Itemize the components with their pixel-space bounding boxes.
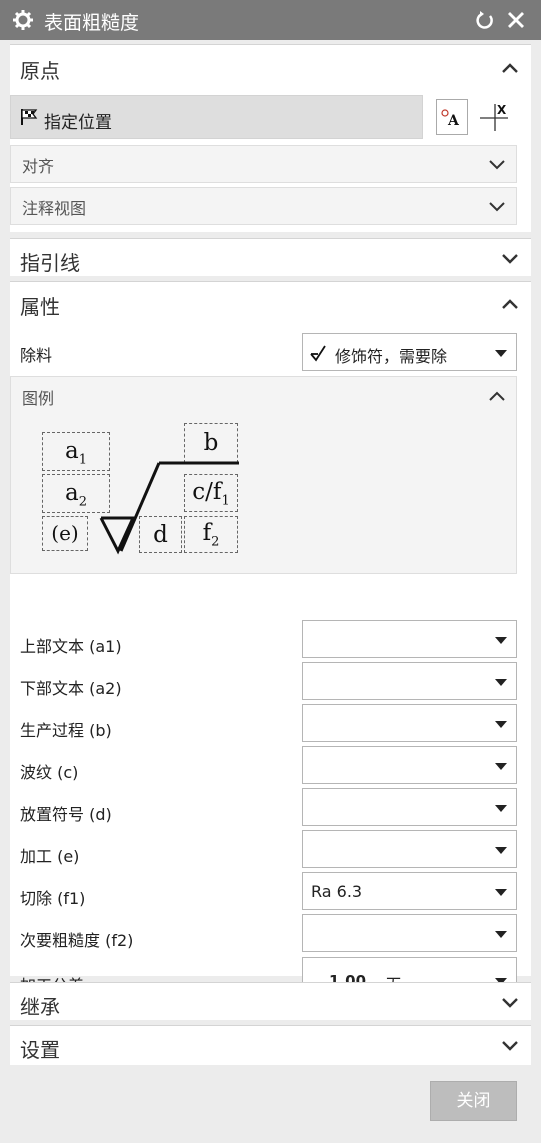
dropdown-arrow-icon [495, 763, 507, 770]
legend-a2-text: a [65, 480, 79, 506]
annotation-view-subsection[interactable]: 注释视图 [10, 187, 517, 225]
reset-icon[interactable] [474, 9, 496, 31]
origin-section: 原点 指定位置 A X 对齐 注释视图 [10, 44, 531, 232]
machining-dropdown[interactable] [302, 830, 517, 868]
chevron-down-icon[interactable] [489, 160, 505, 170]
dropdown-arrow-icon [495, 637, 507, 644]
chevron-up-icon[interactable] [489, 391, 505, 401]
close-button[interactable]: 关闭 [430, 1081, 517, 1121]
settings-section: 设置 [10, 1025, 531, 1065]
upper-text-dropdown[interactable] [302, 620, 517, 658]
chevron-down-icon[interactable] [489, 202, 505, 212]
material-removal-label: 除料 [20, 346, 53, 365]
lay-symbol-dropdown[interactable] [302, 788, 517, 826]
field-label-lower-text: 下部文本 (a2) [20, 679, 122, 698]
legend-title: 图例 [22, 389, 55, 408]
leader-section-title: 指引线 [20, 251, 80, 275]
dialog-title: 表面粗糙度 [44, 12, 140, 34]
dropdown-arrow-icon [495, 805, 507, 812]
production-process-dropdown[interactable] [302, 704, 517, 742]
dialog-title-bar: 表面粗糙度 [0, 0, 541, 40]
legend-e: (e) [42, 516, 88, 551]
text-origin-tool-button[interactable]: A [436, 99, 468, 135]
inherit-section: 继承 [10, 982, 531, 1020]
specify-location-label: 指定位置 [44, 113, 112, 133]
legend-b: b [184, 423, 238, 463]
dialog-body: 原点 指定位置 A X 对齐 注释视图 指引线 属性 除料 修饰符，需要除 图例… [0, 40, 541, 1143]
specify-location-row[interactable]: 指定位置 [10, 95, 423, 139]
secondary-roughness-dropdown[interactable] [302, 914, 517, 952]
origin-tool-icon: X [478, 101, 510, 133]
origin-section-header[interactable]: 原点 [10, 45, 531, 89]
dropdown-arrow-icon [495, 350, 507, 357]
dropdown-arrow-icon [495, 931, 507, 938]
annotation-view-label: 注释视图 [22, 199, 87, 218]
properties-section-title: 属性 [20, 295, 60, 319]
align-subsection[interactable]: 对齐 [10, 145, 517, 183]
leader-section: 指引线 [10, 238, 531, 276]
dropdown-arrow-icon [495, 847, 507, 854]
chevron-up-icon[interactable] [502, 63, 518, 73]
svg-text:A: A [447, 113, 460, 128]
material-removal-value: 修饰符，需要除 [335, 347, 448, 366]
settings-section-title: 设置 [20, 1038, 60, 1062]
leader-section-header[interactable]: 指引线 [10, 239, 531, 277]
dropdown-arrow-icon [495, 721, 507, 728]
field-label-cutoff: 切除 (f1) [20, 889, 86, 908]
legend-a1-subscript: 1 [78, 452, 87, 468]
origin-tool-button[interactable]: X [476, 99, 512, 135]
dropdown-arrow-icon [495, 889, 507, 896]
align-label: 对齐 [22, 157, 55, 176]
chevron-down-icon[interactable] [502, 254, 518, 264]
gear-icon[interactable] [12, 9, 34, 31]
legend-subsection: 图例 a1 a2 (e) b c/f1 d f2 [10, 376, 517, 574]
field-label-secondary-roughness: 次要粗糙度 (f2) [20, 931, 134, 950]
chevron-down-icon[interactable] [502, 998, 518, 1008]
lower-text-dropdown[interactable] [302, 662, 517, 700]
origin-section-title: 原点 [20, 59, 60, 83]
field-label-machining: 加工 (e) [20, 847, 80, 866]
legend-a1-text: a [65, 438, 79, 464]
svg-text:X: X [497, 103, 507, 117]
legend-a2-subscript: 2 [78, 494, 87, 510]
field-label-lay-symbol: 放置符号 (d) [20, 805, 112, 824]
cutoff-dropdown[interactable]: Ra 6.3 [302, 872, 517, 910]
field-label-production-process: 生产过程 (b) [20, 721, 112, 740]
surface-symbol-icon [309, 343, 329, 363]
field-label-waviness: 波纹 (c) [20, 763, 79, 782]
properties-section: 属性 除料 修饰符，需要除 图例 a1 a2 (e) b c/f1 d f2 上… [10, 281, 531, 1005]
field-label-upper-text: 上部文本 (a1) [20, 637, 122, 656]
text-origin-icon: A [440, 108, 466, 129]
cutoff-value: Ra 6.3 [311, 882, 363, 901]
chevron-down-icon[interactable] [502, 1041, 518, 1051]
waviness-dropdown[interactable] [302, 746, 517, 784]
inherit-section-header[interactable]: 继承 [10, 983, 531, 1021]
close-icon[interactable] [505, 9, 527, 31]
inherit-section-title: 继承 [20, 995, 60, 1019]
material-removal-dropdown[interactable]: 修饰符，需要除 [302, 333, 517, 371]
properties-section-header[interactable]: 属性 [10, 282, 531, 326]
chevron-up-icon[interactable] [502, 299, 518, 309]
dropdown-arrow-icon [495, 679, 507, 686]
roughness-symbol-icon [89, 461, 241, 557]
flag-icon [19, 108, 39, 126]
settings-section-header[interactable]: 设置 [10, 1026, 531, 1066]
